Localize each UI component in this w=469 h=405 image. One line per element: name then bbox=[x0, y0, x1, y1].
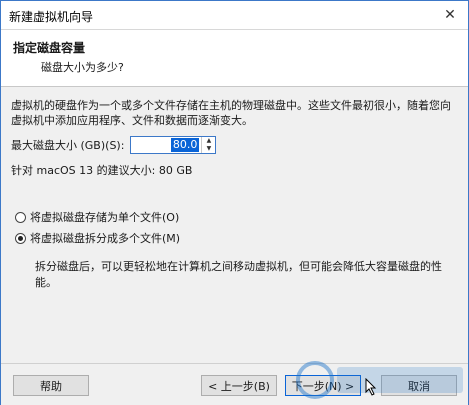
spin-down-icon[interactable]: ▼ bbox=[202, 145, 215, 153]
disk-size-label: 最大磁盘大小 (GB)(S): bbox=[11, 139, 125, 152]
disk-size-row: 最大磁盘大小 (GB)(S): 80.0 ▲ ▼ bbox=[11, 135, 217, 155]
disk-description: 虚拟机的硬盘作为一个或多个文件存储在主机的物理磁盘中。这些文件最初很小，随着您向… bbox=[11, 99, 451, 127]
radio-multi-icon[interactable] bbox=[15, 232, 26, 244]
wizard-window: 新建虚拟机向导 ✕ 指定磁盘容量 磁盘大小为多少? 虚拟机的硬盘作为一个或多个文… bbox=[0, 0, 469, 405]
wizard-footer: 帮助 < 上一步(B) 下一步(N) > 取消 bbox=[1, 363, 468, 405]
radio-multi-label[interactable]: 将虚拟磁盘拆分成多个文件(M) bbox=[30, 230, 180, 246]
radio-single-label[interactable]: 将虚拟磁盘存储为单个文件(O) bbox=[30, 209, 179, 225]
recommended-size: 针对 macOS 13 的建议大小: 80 GB bbox=[11, 164, 193, 177]
help-button[interactable]: 帮助 bbox=[13, 375, 89, 396]
page-title: 指定磁盘容量 bbox=[13, 41, 86, 55]
wizard-header: 指定磁盘容量 磁盘大小为多少? bbox=[1, 30, 468, 87]
window-title: 新建虚拟机向导 bbox=[9, 10, 94, 24]
spin-up-icon[interactable]: ▲ bbox=[202, 137, 215, 145]
disk-size-value[interactable]: 80.0 bbox=[170, 138, 200, 152]
radio-single-icon[interactable] bbox=[15, 211, 26, 223]
radio-single-file[interactable]: 将虚拟磁盘存储为单个文件(O) bbox=[15, 209, 179, 225]
next-button[interactable]: 下一步(N) > bbox=[285, 375, 361, 396]
wizard-body: 虚拟机的硬盘作为一个或多个文件存储在主机的物理磁盘中。这些文件最初很小，随着您向… bbox=[1, 87, 468, 362]
page-subtitle: 磁盘大小为多少? bbox=[41, 61, 124, 74]
cancel-button[interactable]: 取消 bbox=[381, 375, 457, 396]
mouse-cursor-icon bbox=[365, 378, 377, 396]
disk-size-spinbox[interactable]: 80.0 ▲ ▼ bbox=[130, 136, 217, 154]
back-button[interactable]: < 上一步(B) bbox=[201, 375, 277, 396]
radio-multi-file[interactable]: 将虚拟磁盘拆分成多个文件(M) bbox=[15, 230, 180, 246]
spin-arrows: ▲ ▼ bbox=[201, 137, 215, 153]
title-bar: 新建虚拟机向导 ✕ bbox=[1, 1, 468, 30]
split-note: 拆分磁盘后，可以更轻松地在计算机之间移动虚拟机，但可能会降低大容量磁盘的性能。 bbox=[35, 260, 442, 289]
close-icon[interactable]: ✕ bbox=[440, 5, 460, 25]
